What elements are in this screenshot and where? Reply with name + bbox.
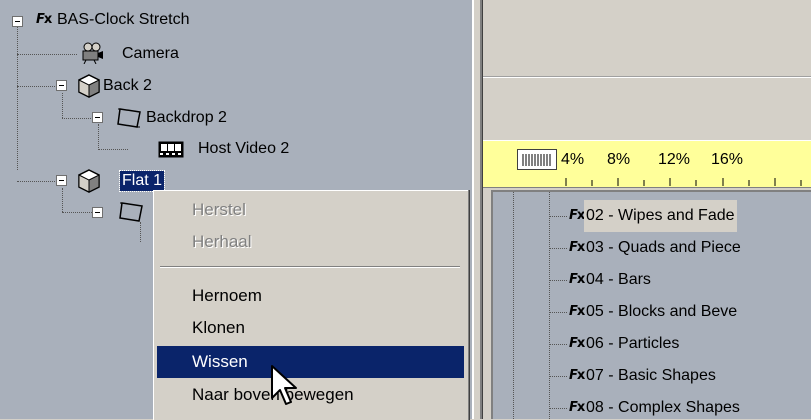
- effects-list[interactable]: Fx 02 - Wipes and Fade Fx 03 - Quads and…: [491, 190, 811, 419]
- tree-connector: [549, 248, 567, 249]
- tick-label: 4%: [561, 151, 585, 168]
- collapse-toggle[interactable]: [92, 112, 103, 123]
- frame-icon: [119, 202, 143, 222]
- menu-item-move-up[interactable]: Naar boven bewegen: [157, 379, 464, 411]
- tree-node-root[interactable]: BAS-Clock Stretch: [57, 10, 189, 30]
- collapse-toggle[interactable]: [56, 80, 67, 91]
- tree-connector: [98, 124, 99, 150]
- fx-icon: Fx: [36, 12, 52, 27]
- collapse-toggle[interactable]: [92, 207, 103, 218]
- tree-connector: [549, 408, 567, 409]
- effect-item[interactable]: Fx 03 - Quads and Piece: [493, 232, 811, 264]
- tree-connector: [549, 312, 567, 313]
- tree-connector: [549, 376, 567, 377]
- menu-item-undo[interactable]: Herstel: [157, 194, 464, 226]
- cube-icon: [78, 74, 100, 98]
- cube-icon: [78, 169, 100, 193]
- zoom-slider-icon[interactable]: [517, 149, 557, 171]
- menu-item-redo[interactable]: Herhaal: [157, 226, 464, 258]
- effect-item[interactable]: Fx 05 - Blocks and Beve: [493, 296, 811, 328]
- effect-label: 04 - Bars: [586, 271, 651, 288]
- frame-icon: [117, 108, 141, 128]
- collapse-toggle[interactable]: [12, 16, 23, 27]
- menu-item-clone[interactable]: Klonen: [157, 312, 464, 344]
- tick-label: 8%: [607, 151, 631, 168]
- effect-item[interactable]: Fx 04 - Bars: [493, 264, 811, 296]
- tree-connector: [549, 216, 567, 217]
- tree-connector: [98, 149, 128, 150]
- tick-label: 16%: [711, 151, 744, 168]
- effect-label: 08 - Complex Shapes: [586, 399, 740, 416]
- tree-connector: [549, 344, 567, 345]
- tree-connector: [17, 25, 18, 170]
- effect-item[interactable]: Fx 07 - Basic Shapes: [493, 360, 811, 392]
- tree-connector: [17, 181, 61, 182]
- fx-icon: Fx: [569, 240, 585, 255]
- tree-node-back[interactable]: Back 2: [103, 76, 152, 96]
- fx-icon: Fx: [569, 336, 585, 351]
- tree-node-host-video[interactable]: Host Video 2: [198, 139, 289, 159]
- effect-label: 07 - Basic Shapes: [586, 367, 716, 384]
- fx-icon: Fx: [569, 304, 585, 319]
- effect-item[interactable]: Fx 02 - Wipes and Fade: [493, 200, 811, 232]
- timeline-pane: 4% 8% 12% 16% Fx 02 - Wipes and Fade Fx …: [483, 0, 811, 419]
- effect-label: 05 - Blocks and Beve: [586, 303, 738, 320]
- fx-icon: Fx: [569, 208, 585, 223]
- tree-connector: [17, 54, 77, 55]
- menu-separator: [160, 266, 460, 268]
- tree-connector: [17, 86, 61, 87]
- context-menu: Herstel Herhaal Hernoem Klonen Wissen Na…: [153, 190, 468, 420]
- effect-label: 06 - Particles: [586, 335, 680, 352]
- tick-label: 12%: [658, 151, 691, 168]
- tree-connector: [62, 188, 63, 212]
- ruler-ticks: [565, 178, 802, 186]
- tree-node-flat[interactable]: Flat 1: [118, 170, 166, 192]
- timeline-ruler[interactable]: 4% 8% 12% 16%: [483, 140, 811, 188]
- divider: [483, 77, 811, 78]
- camera-icon: [82, 42, 103, 64]
- tree-node-backdrop[interactable]: Backdrop 2: [146, 108, 227, 128]
- effect-label: 02 - Wipes and Fade: [584, 200, 737, 232]
- effect-item[interactable]: Fx 06 - Particles: [493, 328, 811, 360]
- film-icon: [158, 141, 184, 158]
- effect-item[interactable]: Fx 08 - Complex Shapes: [493, 392, 811, 419]
- fx-icon: Fx: [569, 368, 585, 383]
- splitter[interactable]: [472, 0, 474, 419]
- tree-node-camera[interactable]: Camera: [122, 44, 179, 64]
- tree-connector: [549, 280, 567, 281]
- mouse-cursor-icon: [271, 365, 297, 405]
- tree-connector: [140, 222, 141, 242]
- collapse-toggle[interactable]: [56, 175, 67, 186]
- tree-connector: [62, 212, 92, 213]
- fx-icon: Fx: [569, 400, 585, 415]
- effect-label: 03 - Quads and Piece: [586, 239, 741, 256]
- menu-item-rename[interactable]: Hernoem: [157, 280, 464, 312]
- fx-icon: Fx: [569, 272, 585, 287]
- menu-item-delete[interactable]: Wissen: [157, 346, 464, 378]
- tree-connector: [62, 93, 63, 118]
